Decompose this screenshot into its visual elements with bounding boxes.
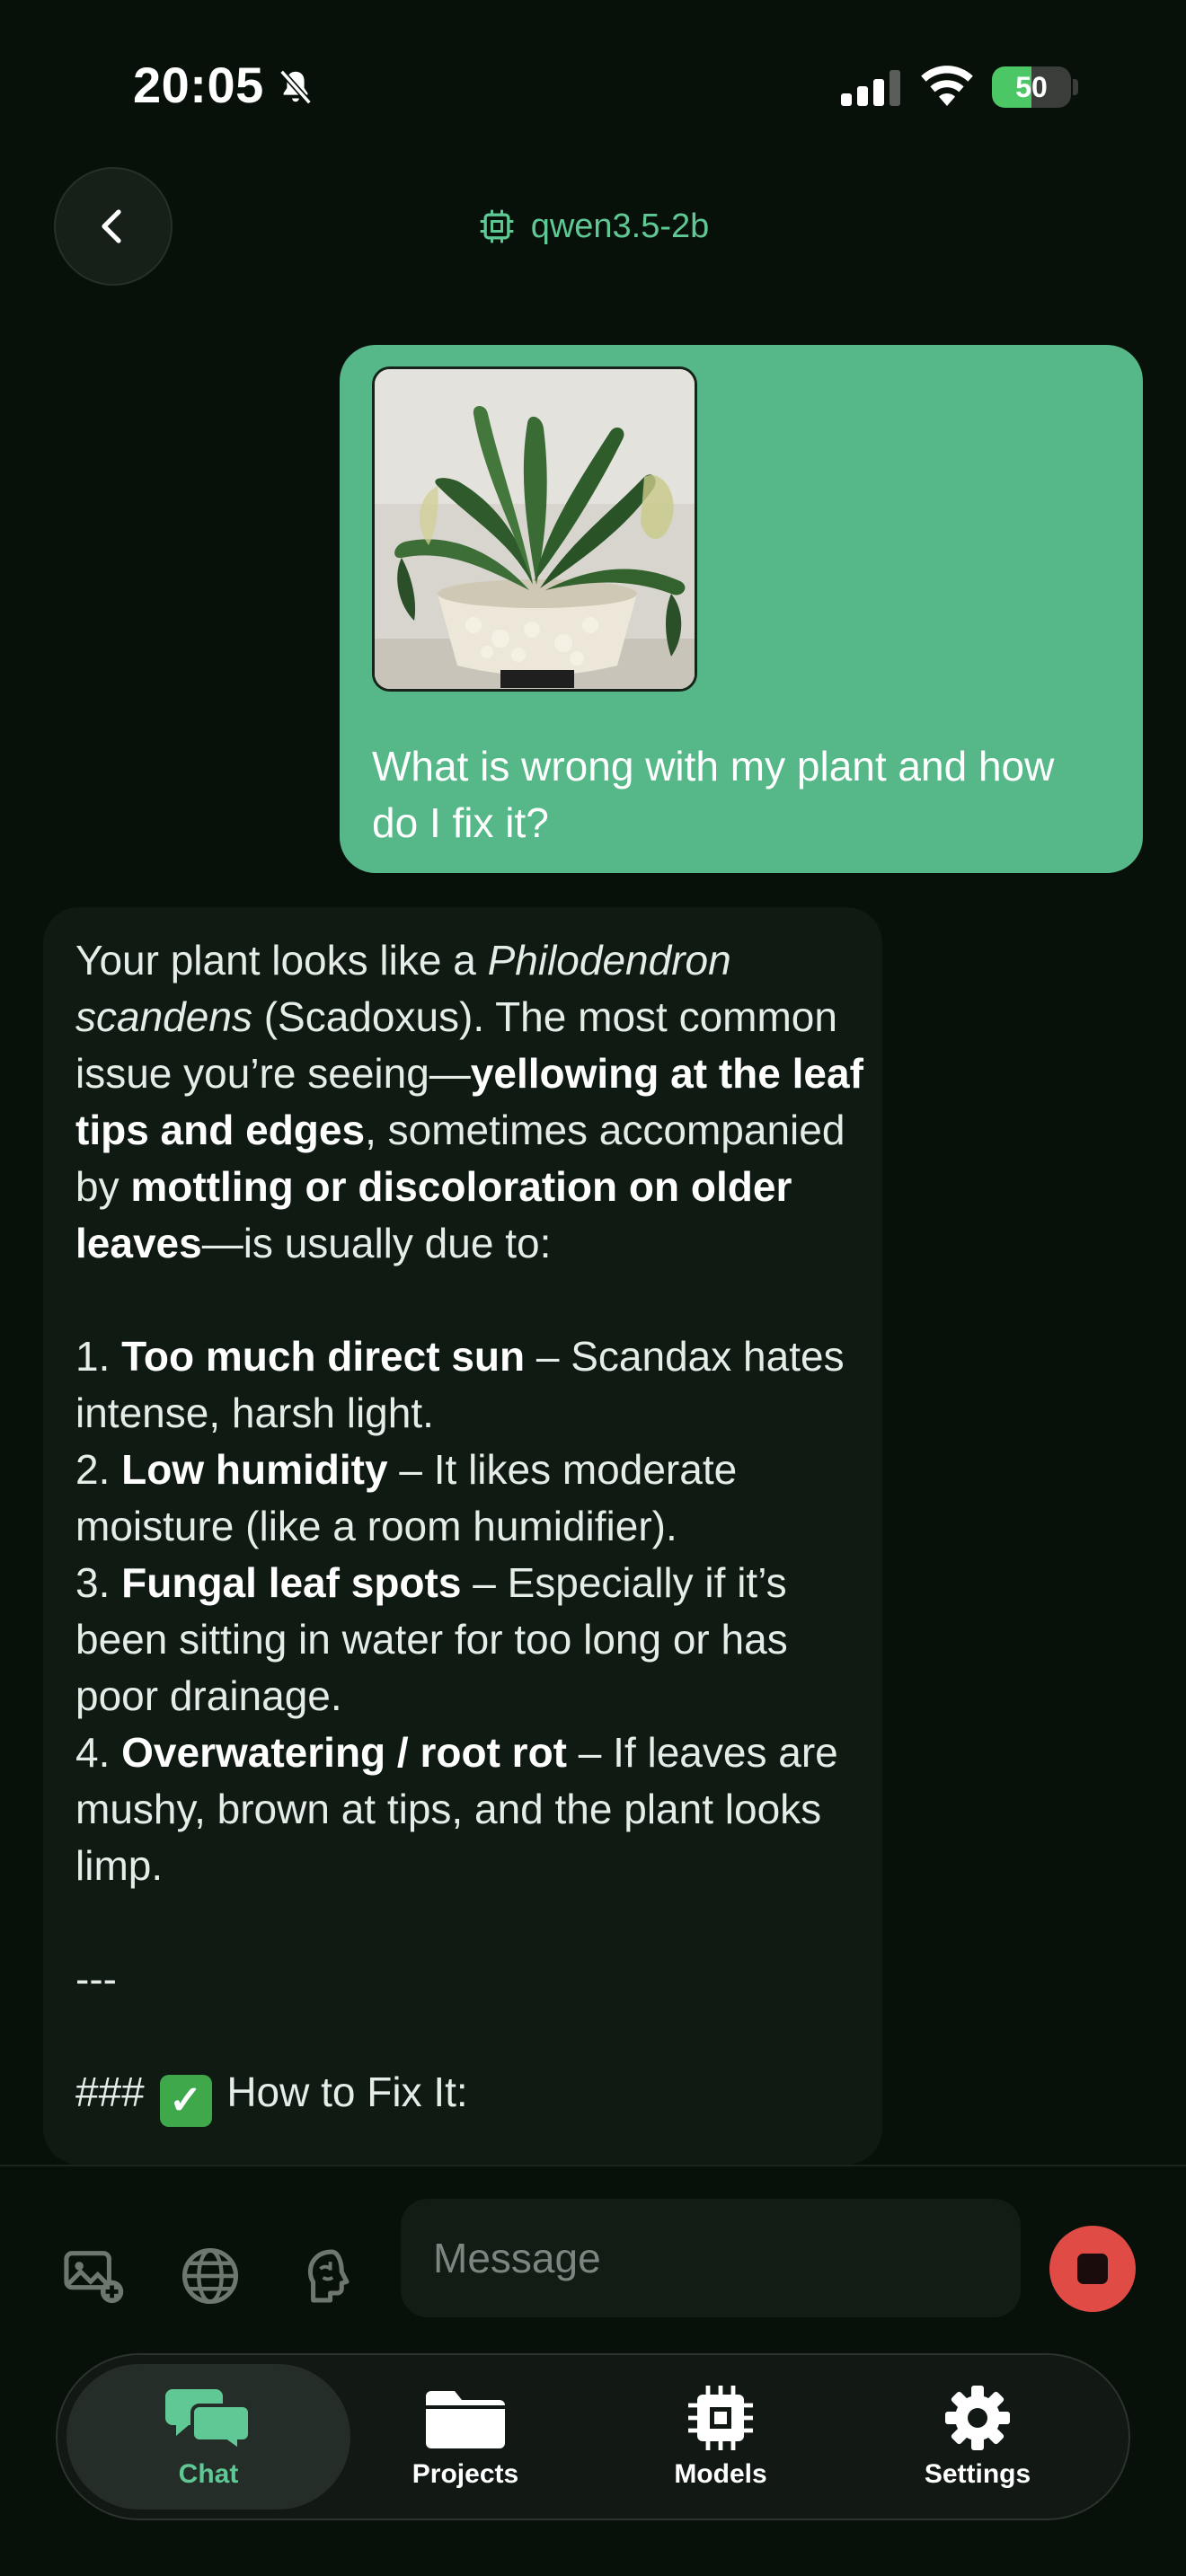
cellular-signal-icon <box>841 70 900 106</box>
cause-item: 1. Too much direct sun – Scandax hates i… <box>75 1328 866 1442</box>
tab-label: Chat <box>178 2459 239 2489</box>
battery-indicator: 50 <box>992 66 1071 108</box>
tab-models[interactable]: Models <box>579 2364 863 2510</box>
cause-title: Fungal leaf spots <box>121 1559 462 1606</box>
cause-item: 2. Low humidity – It likes moderate mois… <box>75 1442 866 1555</box>
tab-chat[interactable]: Chat <box>66 2364 350 2510</box>
bell-slash-icon <box>279 69 312 105</box>
wifi-icon <box>921 66 973 106</box>
cause-title: Too much direct sun <box>121 1333 526 1380</box>
tab-projects[interactable]: Projects <box>323 2364 607 2510</box>
assistant-message-bubble: Your plant looks like a Philodendron sca… <box>43 907 882 2165</box>
message-input[interactable] <box>401 2199 1021 2317</box>
chip-icon <box>688 2386 753 2450</box>
globe-icon[interactable] <box>176 2242 244 2310</box>
brain-icon[interactable] <box>295 2242 363 2310</box>
battery-cap <box>1073 79 1078 95</box>
tab-settings[interactable]: Settings <box>836 2364 1120 2510</box>
battery-level: 50 <box>1015 71 1048 103</box>
folder-icon <box>426 2391 505 2448</box>
chip-icon <box>480 209 514 243</box>
tab-label: Settings <box>924 2459 1031 2489</box>
model-name: qwen3.5-2b <box>530 207 710 245</box>
heading-text: How to Fix It: <box>226 2069 468 2115</box>
model-selector[interactable]: qwen3.5-2b <box>0 201 1186 251</box>
image-add-icon[interactable] <box>59 2242 128 2310</box>
cause-item: 4. Overwatering / root rot – If leaves a… <box>75 1725 866 1894</box>
intro-text: Your plant looks like a <box>75 937 488 984</box>
heading-prefix: ### <box>75 2069 145 2115</box>
user-message-text: What is wrong with my plant and how do I… <box>372 743 1055 846</box>
fix-heading: ### ✓ How to Fix It: <box>75 2064 866 2127</box>
cause-number: 3. <box>75 1559 122 1606</box>
assistant-message-text: Your plant looks like a Philodendron sca… <box>75 932 866 2127</box>
tab-label: Projects <box>412 2459 519 2489</box>
status-time: 20:05 <box>133 57 264 113</box>
markdown-divider: --- <box>75 1955 117 2002</box>
bottom-tab-bar: Chat Projects Models Settings <box>56 2353 1130 2520</box>
tab-label: Models <box>674 2459 767 2489</box>
check-mark-icon: ✓ <box>159 2075 212 2127</box>
chat-icon <box>165 2389 252 2452</box>
user-message-bubble: What is wrong with my plant and how do I… <box>340 345 1143 873</box>
cause-title: Overwatering / root rot <box>121 1729 568 1776</box>
gear-icon <box>945 2386 1010 2450</box>
status-bar: 20:05 50 <box>0 0 1186 171</box>
cause-title: Low humidity <box>121 1446 388 1493</box>
cause-item: 3. Fungal leaf spots – Especially if it’… <box>75 1555 866 1725</box>
stop-generation-button[interactable] <box>1049 2226 1136 2312</box>
cause-number: 1. <box>75 1333 122 1380</box>
assistant-intro: Your plant looks like a Philodendron sca… <box>75 932 866 1272</box>
cause-number: 4. <box>75 1729 122 1776</box>
attached-plant-image[interactable] <box>372 366 697 692</box>
intro-text: —is usually due to: <box>201 1220 552 1266</box>
stop-icon <box>1077 2254 1108 2284</box>
cause-number: 2. <box>75 1446 122 1493</box>
